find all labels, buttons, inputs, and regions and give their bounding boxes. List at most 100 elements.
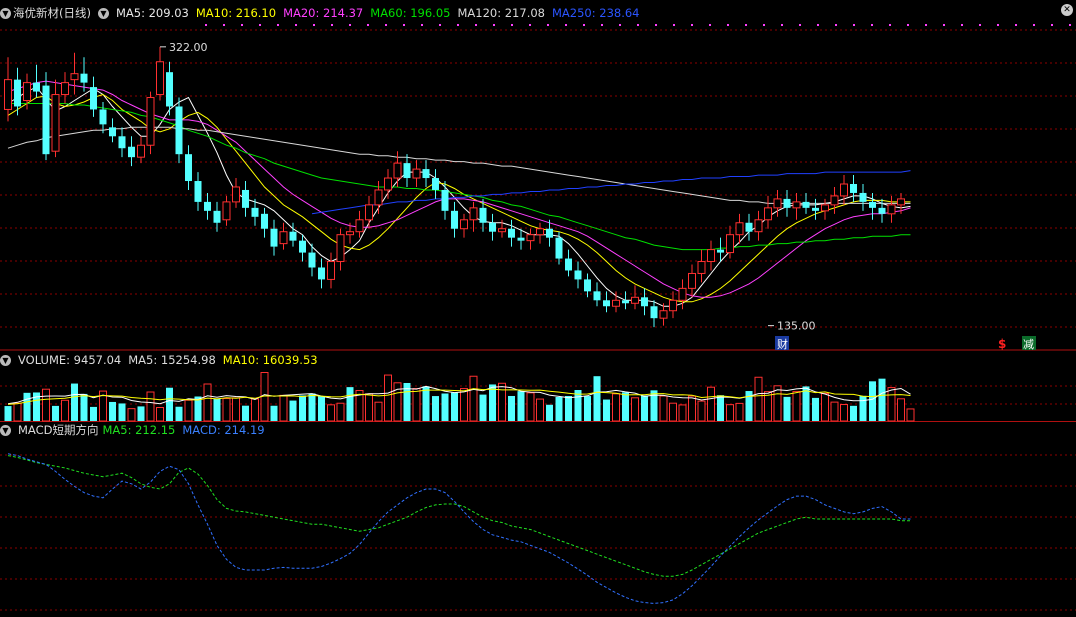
volume-bar xyxy=(127,408,136,422)
candle-body xyxy=(887,204,896,215)
macd-line-macd xyxy=(7,453,911,604)
volume-bar xyxy=(109,401,116,421)
volume-bar xyxy=(308,393,316,421)
signal-dot xyxy=(421,24,423,26)
ma60-legend: MA60: 196.05 xyxy=(370,6,451,20)
signal-dot xyxy=(313,24,315,26)
macd-indicator-name[interactable]: MACD短期方向 xyxy=(18,423,98,437)
macd-line-ma5 xyxy=(7,455,911,577)
signal-dot xyxy=(439,24,441,26)
annotation-label: 322.00 xyxy=(169,41,208,54)
signal-dot xyxy=(871,24,873,26)
price-panel-header: ▼ 海优新材(日线) ▼ MA5: 209.03 MA10: 216.10 MA20: 2… xyxy=(0,5,647,21)
signal-dot xyxy=(1069,24,1071,26)
volume-bar xyxy=(887,387,896,422)
volume-bar xyxy=(432,396,439,421)
candle-body xyxy=(584,279,591,292)
volume-bar xyxy=(697,400,706,422)
volume-bar xyxy=(812,397,819,421)
candle-body xyxy=(384,177,392,191)
signal-dot xyxy=(259,24,261,26)
candle-body xyxy=(90,87,97,110)
candle-body xyxy=(603,300,610,307)
volume-bar xyxy=(897,398,905,422)
volume-bar xyxy=(469,375,478,422)
candle-body xyxy=(270,228,278,247)
signal-dot xyxy=(529,24,531,26)
volume-bar xyxy=(840,404,848,422)
candle-body xyxy=(451,210,458,229)
candle-body xyxy=(393,162,402,179)
close-icon[interactable]: ✕ xyxy=(1061,4,1073,16)
candle-body xyxy=(659,310,668,319)
candle-body xyxy=(612,299,620,307)
candle-body xyxy=(526,234,535,242)
volume-legend: VOLUME: 9457.04 xyxy=(18,353,122,367)
volume-bar xyxy=(4,406,12,421)
macd-line-legend: MACD: 214.19 xyxy=(182,423,265,437)
volume-bar xyxy=(783,396,791,421)
candle-body xyxy=(51,94,60,152)
volume-bar xyxy=(631,397,639,422)
candle-body xyxy=(764,207,772,221)
candle-body xyxy=(878,207,886,214)
collapse-icon[interactable]: ▼ xyxy=(0,8,11,19)
candle-body xyxy=(242,189,249,208)
signal-dot xyxy=(277,24,279,26)
volume-bar xyxy=(175,406,183,421)
signal-dot xyxy=(565,24,567,26)
volume-bar xyxy=(13,402,22,422)
volume-bar xyxy=(508,395,515,421)
candle-body xyxy=(232,186,240,203)
volume-ma5-legend: MA5: 15254.98 xyxy=(128,353,216,367)
candle-body xyxy=(261,213,268,229)
signal-dot xyxy=(583,24,585,26)
candle-body xyxy=(688,272,696,289)
candle-body xyxy=(441,189,449,211)
signal-dot xyxy=(889,24,891,26)
volume-bar xyxy=(878,378,886,421)
volume-bar xyxy=(707,386,715,422)
volume-bar xyxy=(546,404,553,421)
candle-body xyxy=(783,198,791,208)
volume-bar xyxy=(669,402,677,422)
candle-body xyxy=(869,201,876,208)
collapse-icon[interactable]: ▼ xyxy=(0,355,11,366)
candle-body xyxy=(33,82,40,92)
collapse-icon[interactable]: ▼ xyxy=(0,425,11,436)
stock-name[interactable]: 海优新材(日线) xyxy=(13,6,91,20)
chart-canvas[interactable]: 322.00 135.00 财 $ 减 xyxy=(0,0,1076,617)
annotation-label: 135.00 xyxy=(777,320,816,333)
signal-dot xyxy=(943,24,945,26)
candle-body xyxy=(859,192,867,202)
volume-bar xyxy=(489,384,496,421)
volume-ma10-legend: MA10: 16039.53 xyxy=(222,353,318,367)
volume-panel-header: ▼ VOLUME: 9457.04 MA5: 15254.98 MA10: 16039… xyxy=(0,352,325,368)
candle-body xyxy=(166,72,173,107)
candle-body xyxy=(697,261,706,274)
volume-bar xyxy=(374,401,383,422)
volume-bar xyxy=(517,391,525,421)
candle-body xyxy=(792,201,801,209)
volume-bar xyxy=(612,393,620,422)
volume-bar xyxy=(735,402,744,422)
signal-dot xyxy=(205,24,207,26)
collapse-icon[interactable]: ▼ xyxy=(97,8,109,19)
signal-dot xyxy=(349,24,351,26)
candle-body xyxy=(336,234,345,263)
candle-body xyxy=(4,79,12,110)
candle-body xyxy=(374,189,383,206)
candle-body xyxy=(80,73,88,83)
volume-bar xyxy=(42,388,50,422)
signal-dot xyxy=(781,24,783,26)
candle-body xyxy=(222,201,231,221)
volume-bar xyxy=(61,399,69,422)
volume-bar xyxy=(726,404,734,422)
signal-dot xyxy=(601,24,603,26)
volume-bar xyxy=(299,395,306,421)
candle-body xyxy=(109,127,116,137)
signal-dot xyxy=(493,24,495,26)
macd-panel-header: ▼ MACD短期方向 MA5: 212.15 MACD: 214.19 xyxy=(0,422,272,438)
volume-bar xyxy=(441,393,449,421)
candle-body xyxy=(802,201,810,208)
